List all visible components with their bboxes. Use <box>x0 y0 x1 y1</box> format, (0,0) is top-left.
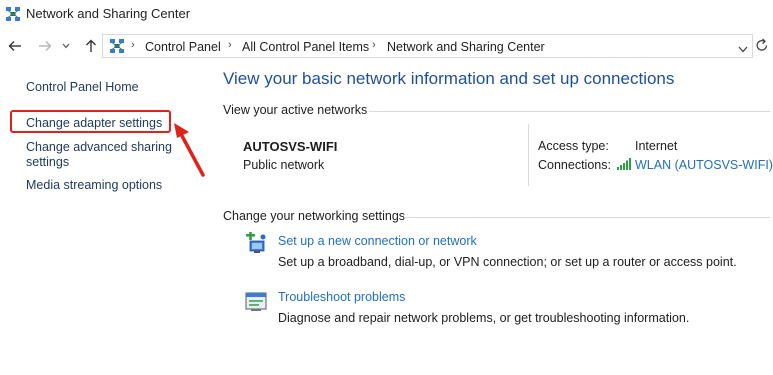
address-bar[interactable]: › Control Panel › All Control Panel Item… <box>102 34 753 58</box>
troubleshoot-icon <box>245 292 267 311</box>
annotation-highlight-box <box>10 110 171 133</box>
network-center-icon <box>110 39 124 53</box>
active-networks-heading: View your active networks <box>223 103 368 117</box>
media-streaming-options-link[interactable]: Media streaming options <box>26 178 162 193</box>
back-button[interactable] <box>6 37 24 55</box>
section-divider <box>404 217 770 218</box>
setup-new-connection-link[interactable]: Set up a new connection or network <box>278 234 477 248</box>
navigation-bar: › Control Panel › All Control Panel Item… <box>0 33 773 61</box>
network-name: AUTOSVS-WIFI <box>243 139 338 154</box>
access-type-label: Access type: <box>538 139 609 153</box>
troubleshoot-problems-description: Diagnose and repair network problems, or… <box>278 311 690 325</box>
back-arrow-icon <box>8 41 21 51</box>
new-connection-icon <box>246 232 266 253</box>
wifi-signal-icon <box>617 158 631 170</box>
connection-wlan-link[interactable]: WLAN (AUTOSVS-WIFI) <box>635 158 773 172</box>
breadcrumb-control-panel[interactable]: Control Panel <box>145 40 221 54</box>
breadcrumb-all-items[interactable]: All Control Panel Items <box>242 40 369 54</box>
page-title: View your basic network information and … <box>223 69 675 88</box>
change-settings-heading: Change your networking settings <box>223 209 406 223</box>
network-category-link[interactable]: Public network <box>243 158 324 172</box>
breadcrumb-separator-icon[interactable]: › <box>228 39 232 51</box>
breadcrumb-separator-icon[interactable]: › <box>372 39 376 51</box>
vertical-divider <box>528 124 529 186</box>
refresh-button[interactable] <box>755 37 771 55</box>
control-panel-home-link[interactable]: Control Panel Home <box>26 80 139 95</box>
annotation-arrow-icon <box>174 123 205 177</box>
recent-locations-button[interactable] <box>60 37 72 55</box>
connections-label: Connections: <box>538 158 611 172</box>
breadcrumb-network-center[interactable]: Network and Sharing Center <box>387 40 545 54</box>
chevron-down-icon <box>738 46 748 53</box>
up-arrow-icon <box>86 39 96 52</box>
title-bar: Network and Sharing Center <box>0 0 773 30</box>
up-button[interactable] <box>82 37 100 55</box>
setup-new-connection-description: Set up a broadband, dial-up, or VPN conn… <box>278 255 737 269</box>
address-dropdown-button[interactable] <box>738 40 748 58</box>
access-type-value: Internet <box>635 139 678 153</box>
forward-arrow-icon <box>39 41 52 51</box>
change-advanced-sharing-link-line2[interactable]: settings <box>26 155 69 170</box>
forward-button[interactable] <box>36 37 54 55</box>
window-title: Network and Sharing Center <box>26 6 191 21</box>
network-center-icon <box>6 7 20 21</box>
troubleshoot-problems-link[interactable]: Troubleshoot problems <box>278 290 405 304</box>
change-advanced-sharing-link[interactable]: Change advanced sharing <box>26 140 172 155</box>
breadcrumb-separator-icon[interactable]: › <box>131 39 135 51</box>
chevron-down-icon <box>62 43 70 49</box>
refresh-icon <box>756 38 768 51</box>
section-divider <box>369 111 770 112</box>
